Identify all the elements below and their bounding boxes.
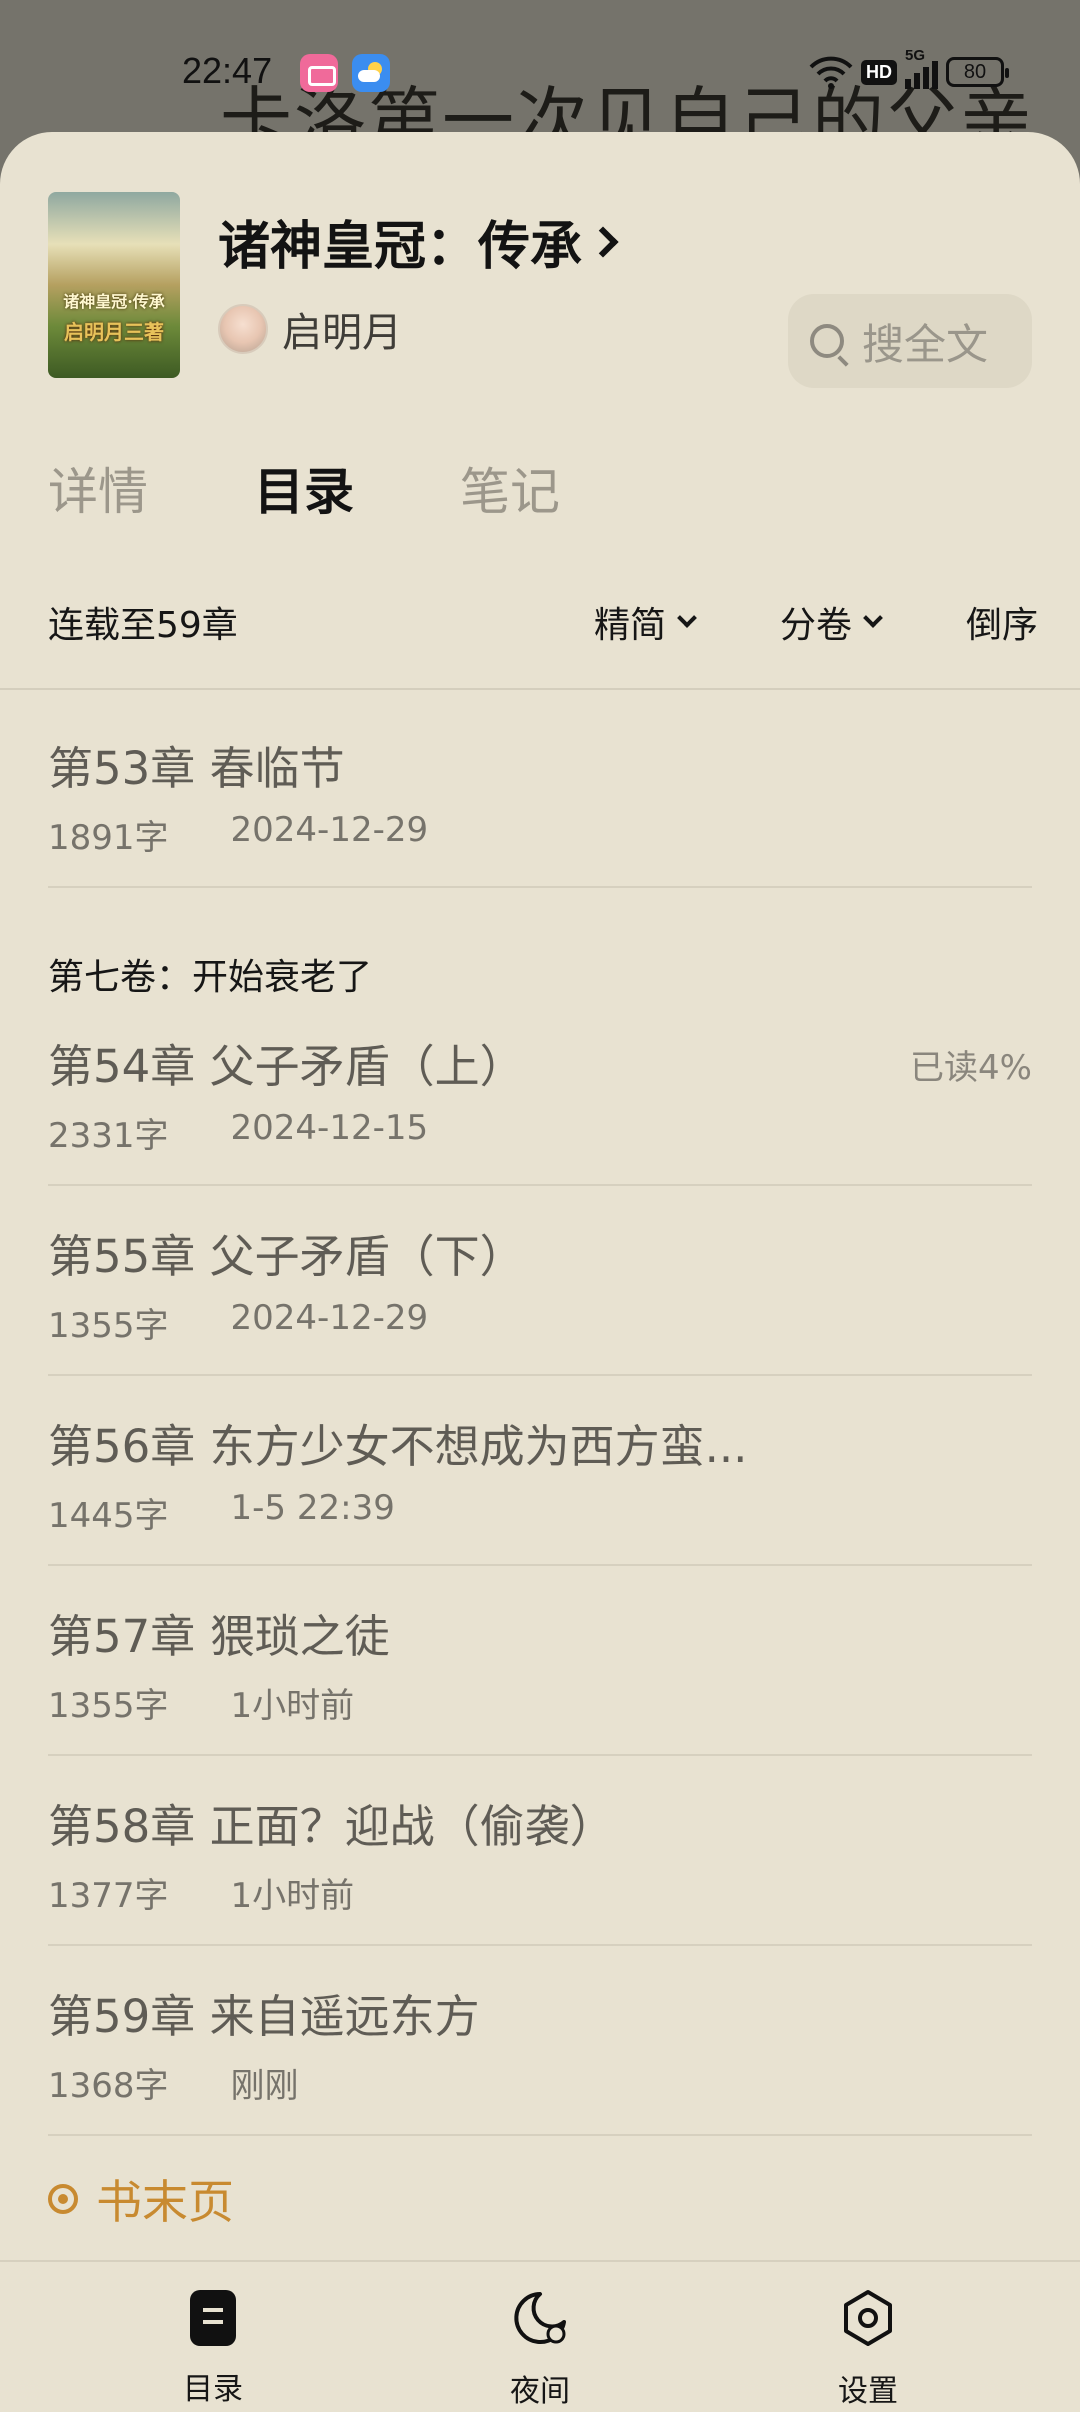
volume-label: 分卷 <box>780 605 853 646</box>
simplify-dropdown[interactable]: 精简 <box>594 596 697 648</box>
chapter-item[interactable]: 第55章 父子矛盾（下） 1355字 2024-12-29 <box>48 1186 1032 1376</box>
search-fulltext-button[interactable]: 搜全文 <box>788 294 1032 388</box>
nav-catalog-label: 目录 <box>183 2372 243 2407</box>
chapter-date: 1小时前 <box>230 1876 355 1916</box>
chapter-meta: 1445字 1-5 22:39 <box>48 1488 395 1537</box>
catalog-icon <box>183 2290 243 2350</box>
nav-night-button[interactable]: 夜间 <box>460 2288 620 2410</box>
author-avatar <box>218 304 268 354</box>
weather-notification-icon <box>352 54 390 92</box>
read-progress: 已读4% <box>910 1048 1032 1088</box>
search-icon <box>810 324 844 358</box>
chapter-meta: 1368字 刚刚 <box>48 2058 299 2107</box>
chapter-meta: 1891字 2024-12-29 <box>48 810 428 859</box>
search-label: 搜全文 <box>862 319 989 369</box>
chapter-meta: 1377字 1小时前 <box>48 1868 354 1917</box>
chapter-date: 2024-12-15 <box>230 1108 429 1148</box>
chapter-words: 1445字 <box>48 1496 169 1536</box>
locate-icon <box>48 2184 78 2214</box>
chapter-words: 1368字 <box>48 2066 169 2106</box>
chapter-title: 第55章 父子矛盾（下） <box>48 1230 525 1283</box>
chapter-words: 1377字 <box>48 1876 169 1916</box>
cover-subtitle: 启明月三著 <box>64 320 164 344</box>
chapter-item[interactable]: 第53章 春临节 1891字 2024-12-29 <box>48 698 1032 888</box>
chapter-item[interactable]: 第54章 父子矛盾（上） 已读4% 2331字 2024-12-15 <box>48 996 1032 1186</box>
book-title-link[interactable]: 诸神皇冠：传承 <box>218 204 619 279</box>
author-name: 启明月 <box>282 310 402 356</box>
tab-bar: 详情 目录 笔记 <box>48 452 560 524</box>
chapter-date: 1小时前 <box>230 1686 355 1726</box>
chapter-meta: 1355字 2024-12-29 <box>48 1298 428 1347</box>
chapter-date: 刚刚 <box>230 2066 299 2106</box>
chapter-meta: 2331字 2024-12-15 <box>48 1108 428 1157</box>
chevron-right-icon <box>587 225 619 258</box>
status-indicators: HD 5G 80 <box>809 47 1009 94</box>
status-time: 22:47 <box>182 50 273 91</box>
nav-settings-button[interactable]: 设置 <box>788 2288 948 2410</box>
chevron-down-icon <box>677 608 697 628</box>
chapter-date: 2024-12-29 <box>230 1298 429 1338</box>
chapter-title: 第58章 正面？迎战（偷袭） <box>48 1800 615 1853</box>
chapter-title: 第56章 东方少女不想成为西方蛮... <box>48 1420 748 1473</box>
author-row[interactable]: 启明月 <box>218 300 402 358</box>
catalog-sheet: 诸神皇冠·传承 启明月三著 诸神皇冠：传承 启明月 搜全文 详情 目录 笔记 连… <box>0 132 1080 2412</box>
toolbar-divider <box>0 688 1080 690</box>
tab-catalog[interactable]: 目录 <box>254 452 354 524</box>
volume-dropdown[interactable]: 分卷 <box>780 596 883 648</box>
chapter-words: 1355字 <box>48 1306 169 1346</box>
battery-icon: 80 <box>946 57 1009 87</box>
chapter-item[interactable]: 第59章 来自遥远东方 1368字 刚刚 <box>48 1946 1032 2136</box>
chapter-words: 1891字 <box>48 818 169 858</box>
chapter-title: 第53章 春临节 <box>48 742 345 795</box>
chapter-item[interactable]: 第57章 猥琐之徒 1355字 1小时前 <box>48 1566 1032 1756</box>
chapter-title: 第59章 来自遥远东方 <box>48 1990 480 2043</box>
reverse-order-button[interactable]: 倒序 <box>966 596 1038 648</box>
nav-night-label: 夜间 <box>510 2374 570 2409</box>
reverse-label: 倒序 <box>966 605 1039 646</box>
cover-title: 诸神皇冠·传承 <box>63 292 165 311</box>
network-type: 5G <box>905 47 926 64</box>
chapter-item[interactable]: 第58章 正面？迎战（偷袭） 1377字 1小时前 <box>48 1756 1032 1946</box>
tab-notes[interactable]: 笔记 <box>460 452 560 524</box>
hd-badge: HD <box>861 59 897 85</box>
chapter-date: 1-5 22:39 <box>230 1488 395 1528</box>
book-end-label: 书末页 <box>96 2175 234 2229</box>
book-cover[interactable]: 诸神皇冠·传承 启明月三著 <box>48 192 180 378</box>
bilibili-notification-icon <box>300 54 338 92</box>
volume-header: 第七卷：开始衰老了 <box>48 888 1032 998</box>
chapter-words: 2331字 <box>48 1116 169 1156</box>
moon-icon <box>514 2292 566 2344</box>
chevron-down-icon <box>863 608 883 628</box>
chapter-list[interactable]: 第53章 春临节 1891字 2024-12-29 第七卷：开始衰老了 第54章… <box>48 698 1032 2136</box>
volume-title: 第七卷：开始衰老了 <box>48 957 373 998</box>
settings-icon <box>844 2290 892 2346</box>
chapter-item[interactable]: 第56章 东方少女不想成为西方蛮... 1445字 1-5 22:39 <box>48 1376 1032 1566</box>
nav-settings-label: 设置 <box>838 2374 898 2409</box>
chapter-meta: 1355字 1小时前 <box>48 1678 354 1727</box>
cellular-signal-icon: 5G <box>905 47 938 89</box>
serial-status: 连载至59章 <box>48 605 238 646</box>
nav-catalog-button[interactable]: 目录 <box>133 2288 293 2408</box>
chapter-title: 第54章 父子矛盾（上） <box>48 1040 525 1093</box>
chapter-words: 1355字 <box>48 1686 169 1726</box>
status-bar: 22:47 HD 5G 80 <box>0 0 1080 140</box>
catalog-toolbar: 连载至59章 精简 分卷 倒序 <box>48 590 1038 654</box>
book-end-link[interactable]: 书末页 <box>48 2166 234 2232</box>
chapter-title: 第57章 猥琐之徒 <box>48 1610 390 1663</box>
simplify-label: 精简 <box>594 605 667 646</box>
bottom-nav: 目录 夜间 设置 <box>0 2260 1080 2412</box>
tab-details[interactable]: 详情 <box>48 452 148 524</box>
wifi-icon <box>809 56 853 89</box>
book-title: 诸神皇冠：传承 <box>218 217 583 277</box>
chapter-date: 2024-12-29 <box>230 810 429 850</box>
